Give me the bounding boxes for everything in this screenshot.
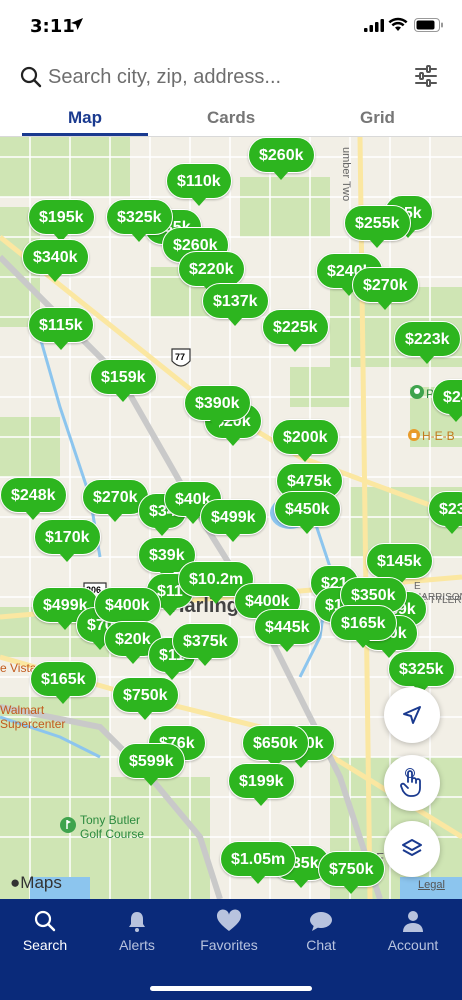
- price-pin[interactable]: $23: [428, 491, 462, 534]
- layers-icon: [402, 839, 422, 856]
- map-layers-button[interactable]: [384, 821, 440, 877]
- cellular-signal-icon: [364, 19, 384, 32]
- price-pin[interactable]: $325k: [106, 199, 173, 242]
- price-pin[interactable]: $115k: [28, 307, 94, 350]
- price-pin[interactable]: $165k: [330, 605, 397, 648]
- home-indicator: [150, 986, 312, 991]
- price-pin[interactable]: $225k: [262, 309, 329, 352]
- street-label: umber Two: [340, 147, 352, 202]
- nav-label: Chat: [306, 937, 336, 953]
- heb-label: H-E-B: [422, 429, 455, 443]
- search-bar: [0, 56, 462, 100]
- price-pin[interactable]: $400k: [94, 587, 161, 630]
- price-pin[interactable]: $445k: [254, 609, 321, 652]
- price-pin[interactable]: $750k: [318, 851, 385, 894]
- nav-label: Favorites: [200, 937, 258, 953]
- price-pin[interactable]: $199k: [228, 763, 295, 806]
- map-view[interactable]: 77 206 umber Two H-E-B P E HARRISON E TY…: [0, 137, 462, 899]
- price-pin[interactable]: $110k: [166, 163, 232, 206]
- golf-course-label-2: Golf Course: [80, 827, 145, 841]
- price-pin[interactable]: $223k: [394, 321, 461, 364]
- price-pin[interactable]: $200k: [272, 419, 339, 462]
- price-pin[interactable]: $255k: [344, 205, 411, 248]
- price-pin[interactable]: $1.05m: [220, 841, 297, 884]
- wifi-icon: [388, 17, 408, 31]
- walmart-label-2: Supercenter: [0, 717, 66, 731]
- apple-logo-icon: ●: [10, 873, 21, 892]
- nav-alerts[interactable]: Alerts: [97, 909, 177, 953]
- battery-icon: [414, 18, 443, 32]
- price-pin[interactable]: $260k: [248, 137, 315, 180]
- nav-favorites[interactable]: Favorites: [189, 909, 269, 953]
- tab-cards[interactable]: Cards: [207, 108, 255, 128]
- location-arrow-icon: [403, 706, 421, 724]
- price-pin[interactable]: $159k: [90, 359, 157, 402]
- nav-label: Account: [387, 937, 439, 953]
- price-pin[interactable]: $145k: [366, 543, 433, 586]
- price-pin[interactable]: $165k: [30, 661, 97, 704]
- walmart-label: Walmart: [0, 703, 45, 717]
- bell-icon: [129, 912, 145, 932]
- price-pin[interactable]: $650k: [242, 725, 309, 768]
- person-icon: [403, 911, 423, 932]
- price-pin[interactable]: $499k: [200, 499, 267, 542]
- price-pin[interactable]: $24: [432, 379, 462, 422]
- highway-77-label: 77: [175, 352, 186, 362]
- tab-map[interactable]: Map: [68, 108, 102, 128]
- tree-icon: [410, 385, 424, 399]
- price-pin[interactable]: $750k: [112, 677, 179, 720]
- my-location-button[interactable]: [384, 687, 440, 743]
- view-tabs: Map Cards Grid: [0, 100, 462, 137]
- golf-icon: [60, 817, 76, 833]
- status-bar: 3:11: [0, 0, 462, 52]
- price-pin[interactable]: $325k: [388, 651, 455, 694]
- nav-search[interactable]: Search: [5, 909, 85, 953]
- search-icon: [34, 910, 56, 932]
- chat-icon: [310, 912, 332, 931]
- draw-area-button[interactable]: [384, 755, 440, 811]
- tab-grid[interactable]: Grid: [360, 108, 395, 128]
- search-icon: [20, 66, 42, 88]
- price-pin[interactable]: $137k: [202, 283, 269, 326]
- nav-label: Alerts: [119, 937, 155, 953]
- price-pin[interactable]: $248k: [0, 477, 67, 520]
- golf-course-label: Tony Butler: [80, 813, 141, 827]
- maps-label: Maps: [20, 873, 62, 892]
- nav-label: Search: [22, 937, 68, 953]
- bottom-tab-bar: Search Alerts Favorites Chat Account: [0, 899, 462, 1000]
- shopping-icon: [408, 429, 420, 441]
- price-pin[interactable]: $599k: [118, 743, 185, 786]
- price-pin[interactable]: $450k: [274, 491, 341, 534]
- location-arrow-icon: [71, 18, 83, 30]
- nav-account[interactable]: Account: [373, 909, 453, 953]
- heart-icon: [216, 909, 242, 931]
- price-pin[interactable]: $220k: [178, 251, 245, 294]
- search-input[interactable]: [48, 62, 398, 92]
- legal-link[interactable]: Legal: [418, 879, 445, 891]
- price-pin[interactable]: $195k: [28, 199, 95, 242]
- apple-maps-attribution: ●Maps: [10, 873, 62, 893]
- nav-chat[interactable]: Chat: [281, 909, 361, 953]
- filter-sliders-icon[interactable]: [414, 64, 438, 88]
- price-pin[interactable]: $270k: [352, 267, 419, 310]
- status-time: 3:11: [30, 16, 75, 37]
- price-pin[interactable]: $390k: [184, 385, 251, 428]
- price-pin[interactable]: $375k: [172, 623, 239, 666]
- active-tab-indicator: [22, 133, 148, 136]
- price-pin[interactable]: $340k: [22, 239, 89, 282]
- price-pin[interactable]: $170k: [34, 519, 101, 562]
- hand-pointer-icon: [400, 768, 421, 797]
